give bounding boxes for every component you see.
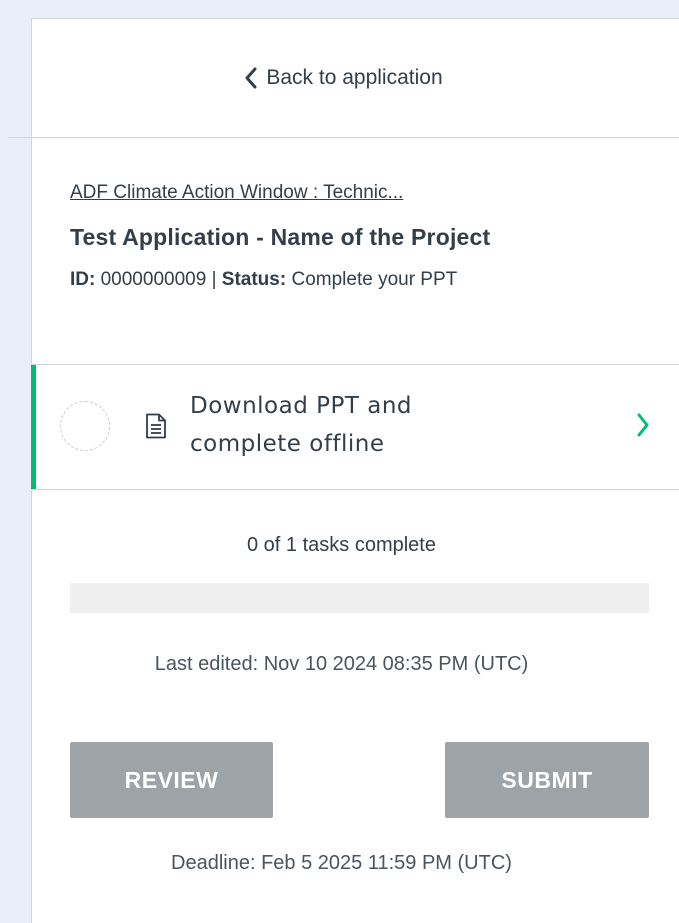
- submit-button[interactable]: SUBMIT: [445, 742, 649, 818]
- progress-bar: [70, 583, 649, 613]
- progress-text: 0 of 1 tasks complete: [247, 534, 436, 556]
- back-row: Back to application: [8, 19, 679, 138]
- task-item-download-ppt[interactable]: Download PPT and complete offline: [31, 365, 679, 490]
- task-label-line1: Download PPT and: [190, 393, 413, 419]
- application-title: Test Application - Name of the Project: [70, 224, 491, 250]
- task-active-accent: [31, 365, 36, 489]
- task-label: Download PPT and complete offline: [190, 387, 490, 463]
- deadline: Deadline: Feb 5 2025 11:59 PM (UTC): [171, 852, 512, 874]
- id-value: 0000000009: [100, 269, 207, 290]
- back-label: Back to application: [266, 66, 443, 89]
- document-icon: [145, 413, 167, 444]
- back-to-application-link[interactable]: Back to application: [244, 66, 443, 90]
- meta-separator: |: [211, 269, 217, 290]
- status-value: Complete your PPT: [291, 269, 458, 290]
- application-sidebar-panel: Back to application ADF Climate Action W…: [8, 18, 679, 923]
- program-link[interactable]: ADF Climate Action Window : Technic...: [70, 182, 403, 204]
- application-info: ADF Climate Action Window : Technic... T…: [32, 138, 679, 365]
- task-status-circle: [60, 401, 110, 451]
- status-label: Status:: [221, 269, 287, 290]
- review-button[interactable]: REVIEW: [70, 742, 273, 818]
- action-buttons: REVIEW SUBMIT: [32, 742, 679, 818]
- last-edited: Last edited: Nov 10 2024 08:35 PM (UTC): [154, 653, 529, 675]
- application-meta: ID: 0000000009 | Status: Complete your P…: [70, 269, 679, 291]
- id-label: ID:: [70, 269, 96, 290]
- chevron-right-icon: [636, 412, 650, 443]
- task-label-line2: complete offline: [190, 431, 385, 457]
- chevron-left-icon: [244, 67, 258, 89]
